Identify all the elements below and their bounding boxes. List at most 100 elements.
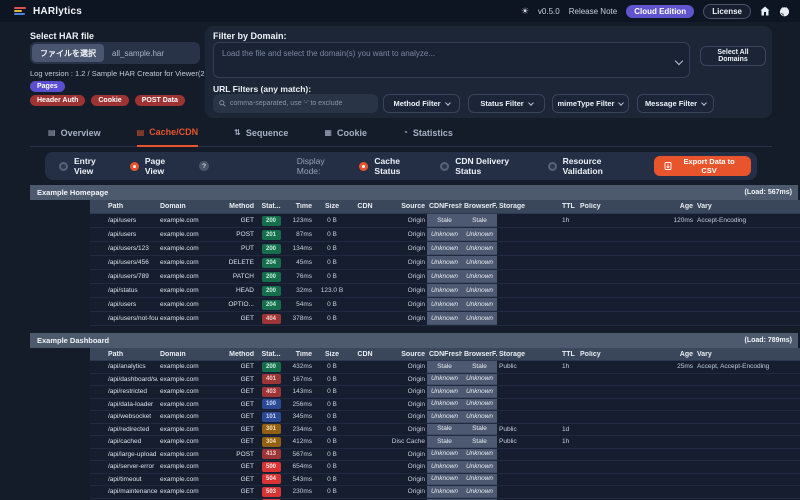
table-cell: /api/users: [108, 217, 137, 224]
table-row[interactable]: /api/redirected example.com GET 301 234ms 0 B…: [90, 423, 800, 436]
radio-icon[interactable]: [359, 161, 369, 171]
url-filter-input[interactable]: [230, 100, 372, 107]
table-cell: 200: [256, 361, 286, 372]
table-row[interactable]: /api/analytics example.com GET 200 432ms 0 B O…: [90, 361, 800, 374]
status-badge: 304: [261, 436, 281, 447]
github-icon[interactable]: [779, 6, 790, 17]
release-note-link[interactable]: Release Note: [569, 7, 617, 16]
table-cell: 500: [256, 461, 286, 472]
tab-cache-cdn[interactable]: ▤ Cache/CDN: [136, 122, 199, 147]
tab-statistics[interactable]: ◔ Statistics: [403, 122, 453, 146]
table-cell: Unknown: [427, 284, 462, 297]
select-all-domains-button[interactable]: Select All Domains: [700, 46, 766, 66]
table-cell: Unknown: [427, 461, 462, 473]
table-cell: 54ms: [296, 301, 312, 308]
table-row[interactable]: /api/users example.com GET 200 123ms 0 B Origi…: [90, 214, 800, 228]
table-cell: 123ms: [292, 217, 312, 224]
page-view-radio[interactable]: Page View: [129, 156, 184, 176]
table-cell: PUT: [241, 245, 254, 252]
table-row[interactable]: /api/users/456 example.com DELETE 204 45ms 0 …: [90, 256, 800, 270]
domain-filter-textarea[interactable]: [213, 42, 690, 78]
table-cell: 654ms: [292, 463, 312, 471]
table-cell: example.com: [160, 217, 199, 224]
help-icon[interactable]: ?: [199, 161, 209, 171]
mimetype-filter-button[interactable]: mimeType Filter: [552, 94, 629, 113]
table-row[interactable]: /api/large-upload example.com POST 413 567ms…: [90, 448, 800, 461]
message-filter-button[interactable]: Message Filter: [637, 94, 714, 113]
table-cell: 25ms: [677, 363, 693, 371]
status-filter-button[interactable]: Status Filter: [468, 94, 545, 113]
url-filters-label: URL Filters (any match):: [213, 84, 312, 94]
table-cell: example.com: [160, 363, 199, 371]
tab-sequence[interactable]: ⇅ Sequence: [234, 122, 288, 146]
tab-cookie[interactable]: ▦ Cookie: [324, 122, 367, 146]
theme-toggle-icon[interactable]: ☀: [521, 6, 529, 17]
table-cell: 503: [256, 486, 286, 497]
table-row[interactable]: /api/users example.com OPTIO... 204 54ms 0 B O…: [90, 298, 800, 312]
home-icon[interactable]: [760, 6, 770, 16]
method-filter-button[interactable]: Method Filter: [383, 94, 460, 113]
table-row[interactable]: /api/restricted example.com GET 403 143ms 0 B…: [90, 386, 800, 399]
table-cell: /api/server-error: [108, 463, 155, 471]
table-cell: Unknown: [462, 373, 497, 385]
header-auth-badge: Header Auth: [30, 95, 86, 106]
table-row[interactable]: /api/server-error example.com GET 500 654ms 0…: [90, 461, 800, 474]
table-cell: example.com: [160, 375, 199, 383]
radio-icon[interactable]: [547, 161, 557, 171]
table-row[interactable]: /api/cached example.com GET 304 412ms 0 B Disc…: [90, 436, 800, 449]
table-cell: /api/users/789: [108, 273, 149, 280]
table-row[interactable]: /api/users/123 example.com PUT 200 134ms 0 B O…: [90, 242, 800, 256]
table-cell: 256ms: [292, 400, 312, 408]
table-cell: Stale: [427, 361, 462, 373]
table-cell: 0 B: [327, 375, 337, 383]
table-cell: OPTIO...: [228, 301, 254, 308]
table-cell: Unknown: [462, 298, 497, 311]
table-row[interactable]: /api/status example.com HEAD 200 32ms 123.0 B…: [90, 284, 800, 298]
table-row[interactable]: /api/dashboard/summaryexample.com GET 401 1…: [90, 373, 800, 386]
table-row[interactable]: /api/users/789 example.com PATCH 200 76ms 0 B…: [90, 270, 800, 284]
table-cell: example.com: [160, 231, 199, 238]
status-badge: 500: [261, 461, 281, 472]
table-row[interactable]: /api/maintenance example.com GET 503 230ms 0 …: [90, 486, 800, 499]
entry-view-radio[interactable]: Entry View: [59, 156, 114, 176]
cache-status-radio[interactable]: Cache Status: [359, 156, 424, 176]
table-cell: Path: [108, 350, 124, 358]
table-cell: 0 B: [327, 450, 337, 458]
table-cell: POST: [236, 450, 254, 458]
table-row[interactable]: /api/data-loader example.com GET 100 256ms 0 …: [90, 398, 800, 411]
table-cell: Vary: [697, 203, 712, 210]
export-csv-button[interactable]: Export Data to CSV: [654, 156, 752, 176]
table-row[interactable]: /api/timeout example.com GET 504 543ms 0 B Ori…: [90, 473, 800, 486]
table-cell: Unknown: [462, 270, 497, 283]
table-cell: 0 B: [327, 475, 337, 483]
table-cell: GET: [240, 217, 254, 224]
radio-icon[interactable]: [440, 161, 450, 171]
file-input[interactable]: ファイルを選択 all_sample.har: [30, 42, 200, 64]
resource-validation-radio[interactable]: Resource Validation: [547, 156, 639, 176]
table-row[interactable]: /api/websocket example.com GET 101 345ms 0 B O…: [90, 411, 800, 424]
table-cell: Unknown: [462, 473, 497, 485]
post-data-badge: POST Data: [134, 95, 185, 106]
table-cell: example.com: [160, 315, 199, 322]
radio-icon[interactable]: [59, 161, 68, 171]
license-button[interactable]: License: [703, 3, 751, 19]
tab-overview[interactable]: ▤ Overview: [48, 122, 101, 146]
table-cell: example.com: [160, 245, 199, 252]
table-cell: Unknown: [462, 284, 497, 297]
table-cell: 134ms: [292, 245, 312, 252]
table-cell: Stat...: [261, 203, 281, 210]
table-cell: Public: [499, 425, 517, 433]
radio-icon[interactable]: [129, 161, 139, 171]
section-header-homepage: Example Homepage (Load: 567ms): [30, 185, 798, 200]
table-cell: Vary: [697, 350, 712, 358]
table-row[interactable]: /api/users/not-foundexample.com GET 404 378…: [90, 312, 800, 326]
table-cell: 0 B: [327, 413, 337, 421]
cdn-delivery-radio[interactable]: CDN Delivery Status: [440, 156, 531, 176]
table-header-row: Path Domain Method Stat... Time Size CDN Source…: [90, 200, 800, 214]
table-cell: GET: [240, 388, 254, 396]
choose-file-button[interactable]: ファイルを選択: [32, 44, 104, 62]
table-cell: /api/analytics: [108, 363, 146, 371]
table-row[interactable]: /api/users example.com POST 201 87ms 0 B Origi…: [90, 228, 800, 242]
section-header-dashboard: Example Dashboard (Load: 789ms): [30, 333, 798, 348]
table-cell: TTL: [562, 203, 575, 210]
